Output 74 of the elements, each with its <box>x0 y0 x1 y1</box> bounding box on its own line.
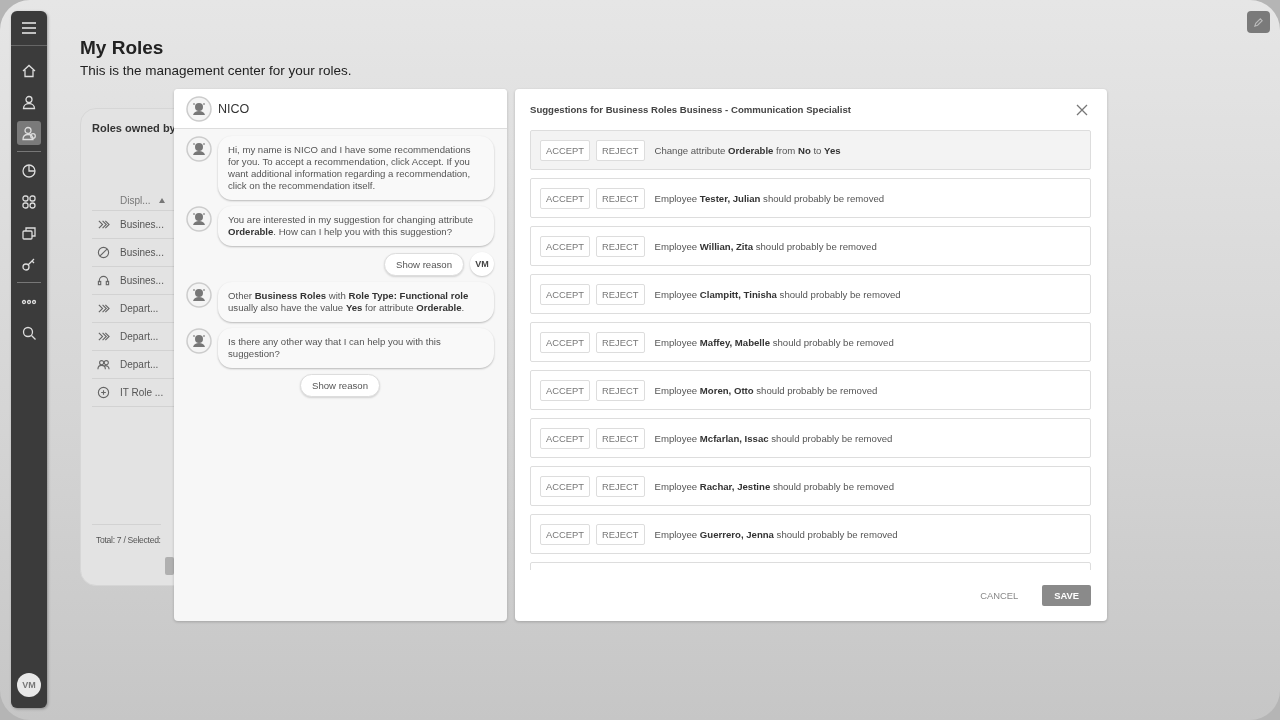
dialog-title: Suggestions for Business Roles Business - Communication Specialist <box>530 104 851 115</box>
suggestion-text: Employee Mcfarlan, Issac should probably be removed <box>654 432 893 444</box>
robot-icon <box>186 136 212 162</box>
accept-button[interactable]: ACCEPT <box>540 523 591 545</box>
reject-button[interactable]: REJECT <box>596 379 645 401</box>
accept-button[interactable]: ACCEPT <box>540 331 591 353</box>
suggestion-text: Employee Rachar, Jestine should probably be removed <box>654 480 894 492</box>
suggestion-text: Employee Guerrero, Jenna should probably be removed <box>654 528 898 540</box>
column-header[interactable]: Displ... <box>120 194 151 206</box>
chat-message: Hi, my name is NICO and I have some recommendations for you. To accept a recommendation, click Accept. If you want additional information regarding a recommendation, click on the recommendation itself. <box>218 136 494 200</box>
accept-button[interactable]: ACCEPT <box>540 475 591 497</box>
suggestion-text: Employee Clampitt, Tinisha should probably be removed <box>654 288 901 300</box>
show-reason-button[interactable]: Show reason <box>300 374 380 397</box>
reject-button[interactable]: REJECT <box>596 139 645 161</box>
suggestion-row[interactable]: ACCEPT REJECT Employee Moren, Otto should probably be removed <box>530 370 1091 410</box>
accept-button[interactable]: ACCEPT <box>540 139 591 161</box>
table-cell: Busines... <box>120 219 164 230</box>
chat-message: Is there any other way that I can help you with this suggestion? <box>218 328 494 368</box>
suggestion-row[interactable]: ACCEPT REJECT Employee Tester, Julian should probably be removed <box>530 178 1091 218</box>
suggestion-row[interactable]: ACCEPT REJECT Change attribute Orderable from No to Yes <box>530 130 1091 170</box>
chat-message: You are interested in my suggestion for changing attribute Orderable. How can I help you with this suggestion? <box>218 206 494 246</box>
reject-button[interactable]: REJECT <box>596 283 645 305</box>
save-button[interactable]: SAVE <box>1042 585 1091 606</box>
page-subtitle: This is the management center for your roles. <box>80 63 352 78</box>
reject-button[interactable]: REJECT <box>596 187 645 209</box>
reject-button[interactable]: REJECT <box>596 235 645 257</box>
suggestion-text: Employee Moren, Otto should probably be removed <box>654 384 878 396</box>
sort-icon[interactable] <box>158 197 165 203</box>
close-icon[interactable] <box>1076 103 1088 116</box>
chevrons-icon <box>97 302 110 315</box>
menu-icon[interactable] <box>22 22 36 34</box>
show-reason-button[interactable]: Show reason <box>384 252 464 276</box>
suggestion-row[interactable]: ACCEPT REJECT Employee Rachar, Jestine should probably be removed <box>530 466 1091 506</box>
headset-icon <box>97 274 110 287</box>
blocked-icon <box>97 246 110 259</box>
chat-message: Other Business Roles with Role Type: Functional role usually also have the value Yes for attribute Orderable. <box>218 282 494 322</box>
table-cell: Busines... <box>120 247 164 258</box>
suggestion-text: Employee Maffey, Mabelle should probably be removed <box>654 336 894 348</box>
suggestion-text: Change attribute Orderable from No to Yes <box>654 144 841 156</box>
suggestion-text: Employee Tester, Julian should probably be removed <box>654 192 885 204</box>
reject-button[interactable]: REJECT <box>596 475 645 497</box>
user-avatar[interactable]: VM <box>17 673 41 697</box>
accept-button[interactable]: ACCEPT <box>540 187 591 209</box>
chevrons-icon <box>97 330 110 343</box>
robot-icon <box>186 328 212 354</box>
accept-button[interactable]: ACCEPT <box>540 427 591 449</box>
reject-button[interactable]: REJECT <box>596 331 645 353</box>
table-cell: IT Role ... <box>120 387 164 398</box>
suggestion-row[interactable]: ACCEPT REJECT Employee Mcfarlan, Issac should probably be removed <box>530 418 1091 458</box>
table-cell: Busines... <box>120 275 164 286</box>
total-count: Total: 7 / Selected: <box>92 524 161 557</box>
page-title: My Roles <box>80 37 165 59</box>
user-avatar: VM <box>470 252 494 276</box>
reject-button[interactable]: REJECT <box>596 427 645 449</box>
people-icon <box>97 358 110 371</box>
reject-button[interactable]: REJECT <box>596 523 645 545</box>
robot-icon <box>186 95 212 122</box>
table-cell: Depart... <box>120 331 159 342</box>
suggestion-row[interactable]: ACCEPT REJECT Employee Willian, Zita should probably be removed <box>530 226 1091 266</box>
suggestion-text: Employee Willian, Zita should probably be removed <box>654 240 877 252</box>
cancel-button[interactable]: CANCEL <box>974 589 1025 602</box>
chat-title: NICO <box>218 101 250 116</box>
table-cell: Depart... <box>120 359 159 370</box>
accept-button[interactable]: ACCEPT <box>540 379 591 401</box>
robot-icon <box>186 206 212 232</box>
accept-button[interactable]: ACCEPT <box>540 283 591 305</box>
suggestion-row[interactable]: ACCEPT REJECT Employee Maffey, Mabelle should probably be removed <box>530 322 1091 362</box>
suggestion-row[interactable]: ACCEPT REJECT Employee Guerrero, Jenna should probably be removed <box>530 514 1091 554</box>
chevrons-icon <box>97 218 110 231</box>
add-icon <box>97 386 110 399</box>
suggestion-row[interactable]: ACCEPT REJECT Employee Clampitt, Tinisha should probably be removed <box>530 274 1091 314</box>
table-cell: Depart... <box>120 303 159 314</box>
robot-icon <box>186 282 212 308</box>
accept-button[interactable]: ACCEPT <box>540 235 591 257</box>
